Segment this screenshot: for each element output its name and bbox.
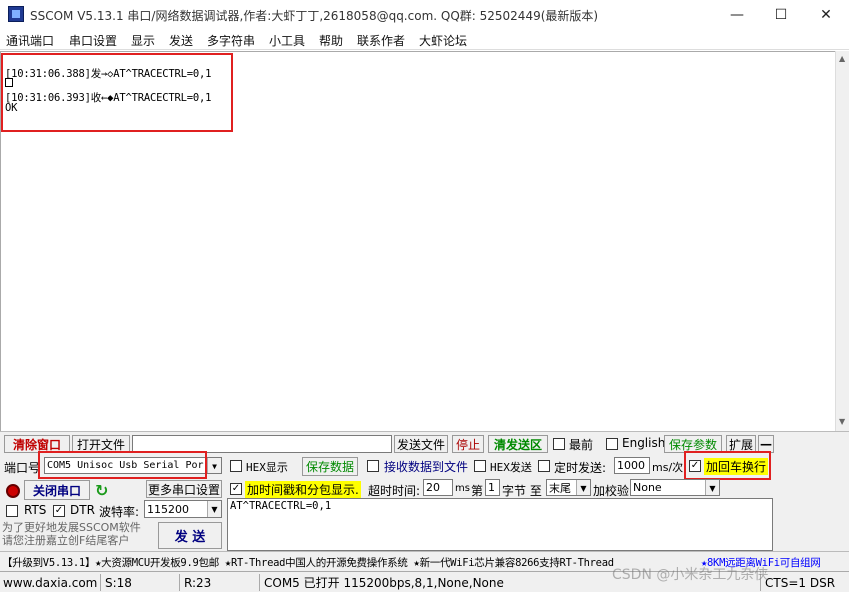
watermark: CSDN @小米杂工九杂侠 bbox=[612, 567, 769, 583]
topmost-label: 最前 bbox=[569, 438, 594, 452]
chevron-down-icon: ▼ bbox=[207, 501, 221, 517]
checksum-value: None bbox=[633, 481, 662, 494]
port-status-icon bbox=[6, 484, 20, 498]
title-bar: SSCOM V5.13.1 串口/网络数据调试器,作者:大虾丁丁,2618058… bbox=[0, 0, 849, 30]
timestamp-label: 加时间戳和分包显示. bbox=[245, 481, 361, 498]
topmost-checkbox[interactable] bbox=[553, 438, 565, 450]
save-data-button[interactable]: 保存数据 bbox=[302, 457, 358, 476]
status-site[interactable]: www.daxia.com bbox=[0, 574, 101, 591]
interval-input[interactable]: 1000 bbox=[614, 457, 650, 474]
baud-label: 波特率: bbox=[99, 505, 140, 519]
chevron-down-icon: ▼ bbox=[576, 480, 590, 495]
checksum-select[interactable]: None ▼ bbox=[630, 479, 720, 496]
menu-forum[interactable]: 大虾论坛 bbox=[419, 32, 467, 49]
hex-send-label: HEX发送 bbox=[490, 461, 532, 474]
menu-contact[interactable]: 联系作者 bbox=[357, 32, 405, 49]
send-file-button[interactable]: 发送文件 bbox=[394, 435, 448, 453]
control-panel: 清除窗口 打开文件 发送文件 停止 清发送区 最前 English 保存参数 扩… bbox=[0, 431, 849, 551]
menu-help[interactable]: 帮助 bbox=[319, 32, 343, 49]
stop-button[interactable]: 停止 bbox=[452, 435, 484, 453]
timeout-label: 超时时间: bbox=[368, 484, 421, 498]
menu-send[interactable]: 发送 bbox=[169, 32, 193, 49]
recv-to-file-checkbox[interactable] bbox=[367, 460, 379, 472]
chevron-down-icon: ▼ bbox=[207, 458, 221, 473]
more-settings-button[interactable]: 更多串口设置 bbox=[146, 480, 222, 498]
english-checkbox[interactable] bbox=[606, 438, 618, 450]
clear-send-button[interactable]: 清发送区 bbox=[488, 435, 548, 453]
scroll-up-icon[interactable]: ▲ bbox=[839, 54, 845, 63]
english-label: English bbox=[622, 436, 666, 450]
scroll-down-icon[interactable]: ▼ bbox=[839, 417, 845, 426]
status-lines: CTS=1 DSR bbox=[765, 575, 836, 590]
baud-value: 115200 bbox=[147, 502, 189, 516]
ticker-text[interactable]: 【升级到V5.13.1】★大资源MCU开发板9.9包邮 ★RT-Thread中国… bbox=[2, 555, 614, 570]
rts-checkbox[interactable] bbox=[6, 505, 18, 517]
chevron-down-icon: ▼ bbox=[705, 480, 719, 495]
rts-label: RTS bbox=[24, 503, 47, 517]
menu-multi-string[interactable]: 多字符串 bbox=[207, 32, 255, 49]
maximize-button[interactable]: ☐ bbox=[759, 0, 803, 30]
send-input[interactable]: AT^TRACECTRL=0,1 bbox=[227, 498, 773, 551]
status-received: R:23 bbox=[181, 574, 260, 591]
timed-send-label: 定时发送: bbox=[554, 461, 607, 475]
promo-text[interactable]: 为了更好地发展SSCOM软件 请您注册嘉立创F结尾客户 bbox=[2, 521, 152, 547]
end-select[interactable]: 末尾 ▼ bbox=[546, 479, 591, 496]
hex-display-checkbox[interactable] bbox=[230, 460, 242, 472]
hex-send-checkbox[interactable] bbox=[474, 460, 486, 472]
window-title: SSCOM V5.13.1 串口/网络数据调试器,作者:大虾丁丁,2618058… bbox=[30, 9, 599, 23]
send-button[interactable]: 发 送 bbox=[158, 522, 222, 549]
timeout-unit: ms bbox=[455, 483, 470, 494]
timeout-input[interactable]: 20 bbox=[423, 479, 453, 496]
menu-display[interactable]: 显示 bbox=[131, 32, 155, 49]
timed-send-checkbox[interactable] bbox=[538, 460, 550, 472]
menu-serial-settings[interactable]: 串口设置 bbox=[69, 32, 117, 49]
menu-bar: 通讯端口 串口设置 显示 发送 多字符串 小工具 帮助 联系作者 大虾论坛 bbox=[0, 30, 849, 50]
nth-input[interactable]: 1 bbox=[485, 479, 500, 496]
app-icon bbox=[8, 6, 24, 22]
timestamp-checkbox[interactable]: ✓ bbox=[230, 483, 242, 495]
minimize-button[interactable]: — bbox=[715, 0, 759, 30]
dtr-checkbox[interactable]: ✓ bbox=[53, 505, 65, 517]
baud-select[interactable]: 115200 ▼ bbox=[144, 500, 222, 518]
byte-to-label: 字节 至 bbox=[502, 484, 542, 498]
hex-display-label: HEX显示 bbox=[246, 461, 288, 474]
close-port-button[interactable]: 关闭串口 bbox=[24, 480, 90, 500]
end-value: 末尾 bbox=[549, 481, 571, 495]
recv-to-file-label[interactable]: 接收数据到文件 bbox=[384, 458, 468, 475]
menu-comm-port[interactable]: 通讯端口 bbox=[6, 32, 54, 49]
status-sent: S:18 bbox=[102, 574, 180, 591]
highlight-box bbox=[1, 53, 233, 132]
port-label: 端口号 bbox=[4, 461, 41, 475]
receive-area[interactable]: [10:31:06.388]发→◇AT^TRACECTRL=0,1 [10:31… bbox=[0, 51, 835, 431]
menu-tools[interactable]: 小工具 bbox=[269, 32, 305, 49]
nth-label: 第 bbox=[471, 484, 484, 498]
dtr-label: DTR bbox=[70, 503, 95, 517]
status-bar: www.daxia.com S:18 R:23 COM5 已打开 115200b… bbox=[0, 567, 849, 592]
crlf-highlight-box bbox=[684, 451, 771, 480]
interval-unit: ms/次 bbox=[652, 461, 684, 474]
refresh-icon[interactable]: ↻ bbox=[95, 481, 108, 500]
port-highlight-box bbox=[38, 451, 207, 479]
receive-scrollbar[interactable]: ▲ ▼ bbox=[835, 51, 849, 431]
checksum-label: 加校验 bbox=[593, 484, 630, 498]
close-button[interactable]: ✕ bbox=[804, 0, 848, 30]
